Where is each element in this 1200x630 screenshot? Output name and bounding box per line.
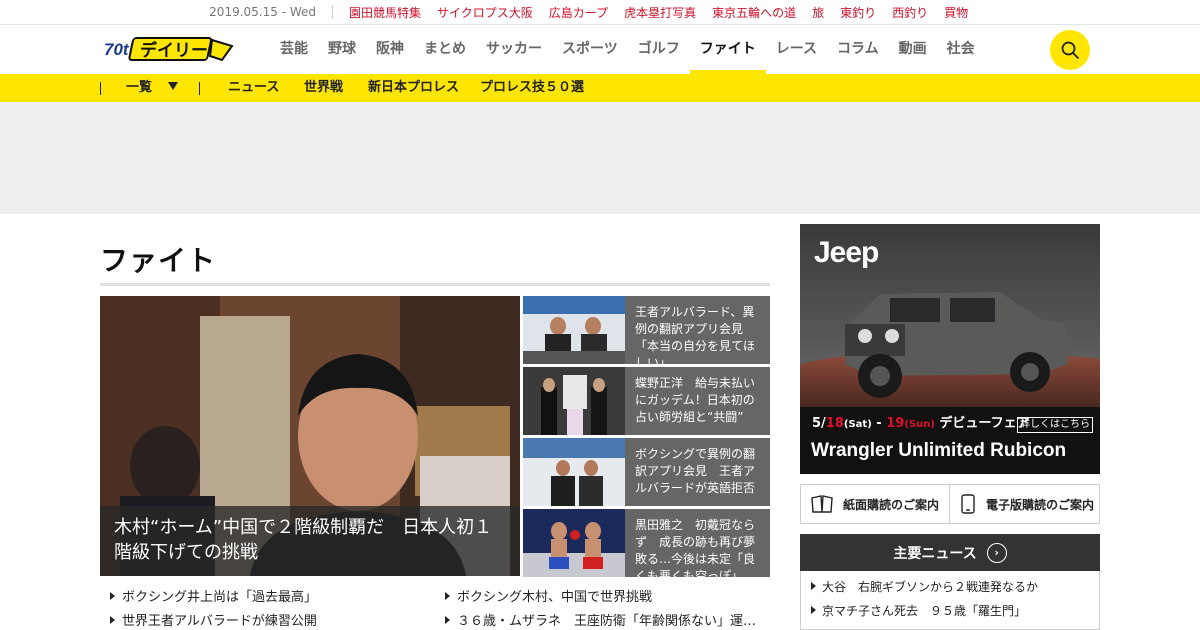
chevron-right-icon: › bbox=[986, 542, 1007, 563]
side-thumb-4 bbox=[523, 509, 625, 577]
ad-details-button[interactable]: 詳しくはこちら bbox=[1017, 417, 1093, 433]
side-article-2[interactable]: 蝶野正洋 給与未払いにガッデム！日本初の占い師労組と“共闘” bbox=[523, 367, 770, 435]
jeep-brand: Jeep bbox=[814, 236, 879, 269]
side-text-3: ボクシングで異例の翻訳アプリ会見 王者アルバラードが英語拒否 bbox=[625, 438, 770, 506]
title-divider bbox=[100, 283, 770, 286]
top-link-cyclops[interactable]: サイクロプス大阪 bbox=[437, 4, 533, 21]
list-item[interactable]: ボクシング木村、中国で世界挑戦 bbox=[445, 586, 765, 610]
paper-subscription-label: 紙面購読のご案内 bbox=[843, 497, 940, 512]
side-article-4[interactable]: 黒田雅之 初戴冠ならず 成長の跡も再び夢敗る…今後は未定「良くも悪くも空っぽ」 bbox=[523, 509, 770, 577]
top-link-carp[interactable]: 広島カープ bbox=[549, 4, 608, 21]
nav-video[interactable]: 動画 bbox=[889, 25, 937, 74]
news-list-right: ボクシング木村、中国で世界挑戦 ３６歳・ムザラネ 王座防衛「年齢関係ない」運… bbox=[445, 586, 765, 630]
top-link-west-fishing[interactable]: 西釣り bbox=[892, 4, 928, 21]
nav-society[interactable]: 社会 bbox=[937, 25, 985, 74]
book-icon bbox=[811, 495, 833, 513]
search-icon bbox=[1061, 41, 1079, 59]
list-item[interactable]: ボクシング井上尚は「過去最高」 bbox=[110, 586, 430, 610]
subnav-list-label: 一覧 bbox=[126, 80, 153, 95]
side-article-3[interactable]: ボクシングで異例の翻訳アプリ会見 王者アルバラードが英語拒否 bbox=[523, 438, 770, 506]
main-content: ファイト 木村“ホーム”中国で２階級制覇だ 日本人初１階級下げての挑戦 王者アル… bbox=[0, 214, 1200, 630]
list-item[interactable]: 京マチ子さん死去 ９５歳「羅生門」 bbox=[811, 599, 1089, 623]
top-link-east-fishing[interactable]: 東釣り bbox=[840, 4, 876, 21]
nav-column[interactable]: コラム bbox=[827, 25, 889, 74]
top-link-travel[interactable]: 旅 bbox=[812, 4, 824, 21]
top-bar: 2019.05.15 - Wed 園田競馬特集 サイクロプス大阪 広島カープ 虎… bbox=[0, 0, 1200, 25]
side-thumb-3 bbox=[523, 438, 625, 506]
site-logo[interactable]: 70th デイリー bbox=[104, 36, 234, 62]
side-text-4: 黒田雅之 初戴冠ならず 成長の跡も再び夢敗る…今後は未定「良くも悪くも空っぽ」 bbox=[625, 509, 770, 577]
nav-hanshin[interactable]: 阪神 bbox=[366, 25, 414, 74]
subnav-world-title[interactable]: 世界戦 bbox=[304, 74, 343, 102]
subnav-divider bbox=[100, 82, 101, 95]
logo-text: デイリー bbox=[140, 40, 208, 61]
page-title: ファイト bbox=[100, 244, 217, 277]
major-news-header[interactable]: 主要ニュース › bbox=[800, 534, 1100, 571]
paper-subscription-button[interactable]: 紙面購読のご案内 bbox=[801, 485, 950, 523]
top-ad-banner bbox=[0, 102, 1200, 214]
subnav-divider bbox=[199, 82, 200, 95]
list-item[interactable]: 大谷 右腕ギブソンから２戦連発なるか bbox=[811, 575, 1089, 599]
caret-down-icon bbox=[168, 82, 179, 90]
digital-subscription-label: 電子版購読のご案内 bbox=[986, 497, 1095, 512]
nav-soccer[interactable]: サッカー bbox=[476, 25, 552, 74]
subnav-wrestling-moves[interactable]: プロレス技５０選 bbox=[480, 74, 584, 102]
subnav-list-toggle[interactable]: 一覧 bbox=[126, 74, 179, 102]
side-text-1: 王者アルバラード、異例の翻訳アプリ会見「本当の自分を見てほしい」 bbox=[625, 296, 770, 364]
ad-model-name: Wrangler Unlimited Rubicon bbox=[811, 440, 1067, 461]
sub-nav: 一覧 ニュース 世界戦 新日本プロレス プロレス技５０選 bbox=[0, 74, 1200, 102]
nav-baseball[interactable]: 野球 bbox=[318, 25, 366, 74]
side-thumb-2 bbox=[523, 367, 625, 435]
main-nav: 芸能 野球 阪神 まとめ サッカー スポーツ ゴルフ ファイト レース コラム … bbox=[270, 25, 985, 74]
nav-entertainment[interactable]: 芸能 bbox=[270, 25, 318, 74]
nav-golf[interactable]: ゴルフ bbox=[628, 25, 690, 74]
nav-matome[interactable]: まとめ bbox=[414, 25, 476, 74]
top-links: 園田競馬特集 サイクロプス大阪 広島カープ 虎本塁打写真 東京五輪への道 旅 東… bbox=[333, 4, 984, 21]
current-date: 2019.05.15 - Wed bbox=[0, 5, 333, 19]
digital-subscription-button[interactable]: 電子版購読のご案内 bbox=[950, 485, 1099, 523]
major-news-list: 大谷 右腕ギブソンから２戦連発なるか 京マチ子さん死去 ９５歳「羅生門」 bbox=[800, 571, 1100, 630]
top-link-sonoda[interactable]: 園田競馬特集 bbox=[349, 4, 421, 21]
top-link-shopping[interactable]: 買物 bbox=[944, 4, 968, 21]
nav-sports[interactable]: スポーツ bbox=[552, 25, 628, 74]
smartphone-icon bbox=[961, 494, 975, 514]
nav-race[interactable]: レース bbox=[766, 25, 827, 74]
nav-fight[interactable]: ファイト bbox=[689, 25, 766, 74]
side-thumb-1 bbox=[523, 296, 625, 364]
subscription-links: 紙面購読のご案内 電子版購読のご案内 bbox=[800, 484, 1100, 524]
jeep-ad[interactable]: Jeep 5/18(Sat) - 19(Sun) デビューフェア 詳しくはこちら… bbox=[800, 224, 1100, 474]
site-header: 70th デイリー 芸能 野球 阪神 まとめ サッカー スポーツ ゴルフ ファイ… bbox=[0, 25, 1200, 74]
subnav-njpw[interactable]: 新日本プロレス bbox=[368, 74, 459, 102]
side-article-1[interactable]: 王者アルバラード、異例の翻訳アプリ会見「本当の自分を見てほしい」 bbox=[523, 296, 770, 364]
list-item[interactable]: ３６歳・ムザラネ 王座防衛「年齢関係ない」運… bbox=[445, 610, 765, 630]
top-link-olympics[interactable]: 東京五輪への道 bbox=[712, 4, 796, 21]
fair-dates: 5/18(Sat) - 19(Sun) デビューフェア bbox=[812, 416, 1030, 431]
list-item[interactable]: 世界王者アルバラードが練習公開 bbox=[110, 610, 430, 630]
side-text-2: 蝶野正洋 給与未払いにガッデム！日本初の占い師労組と“共闘” bbox=[625, 367, 770, 435]
top-link-tora-homerun[interactable]: 虎本塁打写真 bbox=[624, 4, 696, 21]
hero-caption: 木村“ホーム”中国で２階級制覇だ 日本人初１階級下げての挑戦 bbox=[100, 506, 520, 576]
news-list-left: ボクシング井上尚は「過去最高」 世界王者アルバラードが練習公開 bbox=[110, 586, 430, 630]
subnav-news[interactable]: ニュース bbox=[228, 74, 279, 102]
hero-article[interactable]: 木村“ホーム”中国で２階級制覇だ 日本人初１階級下げての挑戦 bbox=[100, 296, 520, 576]
search-button[interactable] bbox=[1050, 30, 1090, 70]
major-news-title: 主要ニュース bbox=[893, 545, 977, 562]
